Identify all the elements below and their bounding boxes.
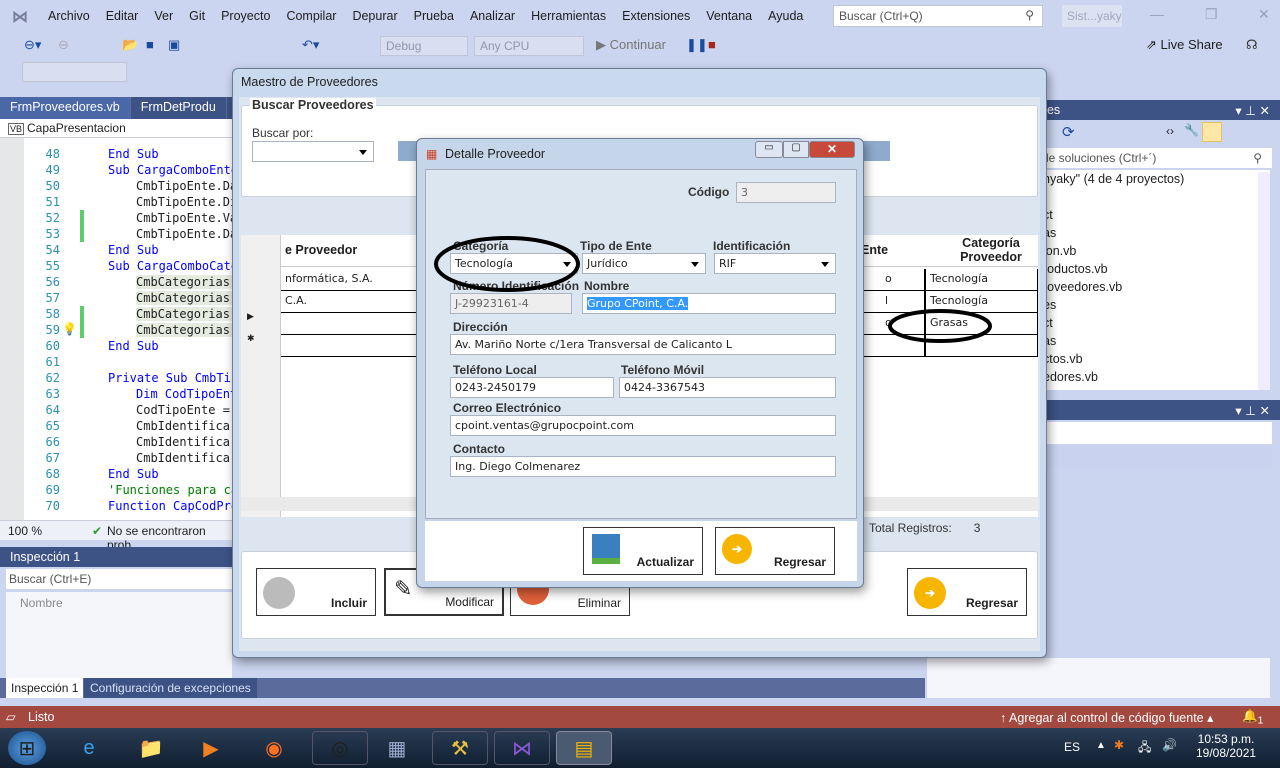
calculator-icon[interactable]: ▦ [378,731,416,765]
language-indicator[interactable]: ES [1064,740,1080,754]
status-ready: Listo [28,710,55,724]
annotation-ellipse-categoria [434,236,580,292]
sql-tools-icon[interactable]: ⚒ [432,731,488,765]
notifications-icon[interactable]: 🔔1 [1242,709,1263,727]
volume-icon[interactable]: 🔊 [1162,738,1177,752]
ready-icon: ▱ [6,710,16,724]
visual-studio-icon[interactable]: ⋈ [494,731,550,765]
firefox-icon[interactable]: ◉ [255,731,293,765]
clock-date: 19/08/2021 [1196,746,1257,760]
media-player-icon[interactable]: ▶ [192,731,230,765]
show-hidden-icons[interactable]: ▲ [1096,740,1106,751]
avast-icon[interactable]: ✱ [1114,738,1124,752]
source-control-button[interactable]: ↑ Agregar al control de código fuente ▴ [1000,710,1213,725]
annotation-overlay [434,236,992,343]
chrome-icon[interactable]: ◎ [312,731,368,765]
internet-explorer-icon[interactable]: e [70,731,108,765]
source-control-label: Agregar al control de código fuente [1009,711,1204,725]
taskbar: ⊞ e 📁 ▶ ◉ ◎ ▦ ⚒ ⋈ ▤ ES ▲ ✱ 🖧 🔊 10:53 p.m… [0,728,1280,768]
network-icon[interactable]: 🖧 [1138,738,1151,759]
annotation-ellipse-grasas [888,309,992,343]
start-button[interactable]: ⊞ [8,731,46,765]
winforms-app-icon[interactable]: ▤ [556,731,612,765]
clock-time: 10:53 p.m. [1197,732,1255,746]
notification-count: 1 [1257,715,1264,727]
clock[interactable]: 10:53 p.m. 19/08/2021 [1196,732,1256,760]
file-explorer-icon[interactable]: 📁 [132,731,170,765]
status-bar: ▱ Listo ↑ Agregar al control de código f… [0,706,1280,728]
